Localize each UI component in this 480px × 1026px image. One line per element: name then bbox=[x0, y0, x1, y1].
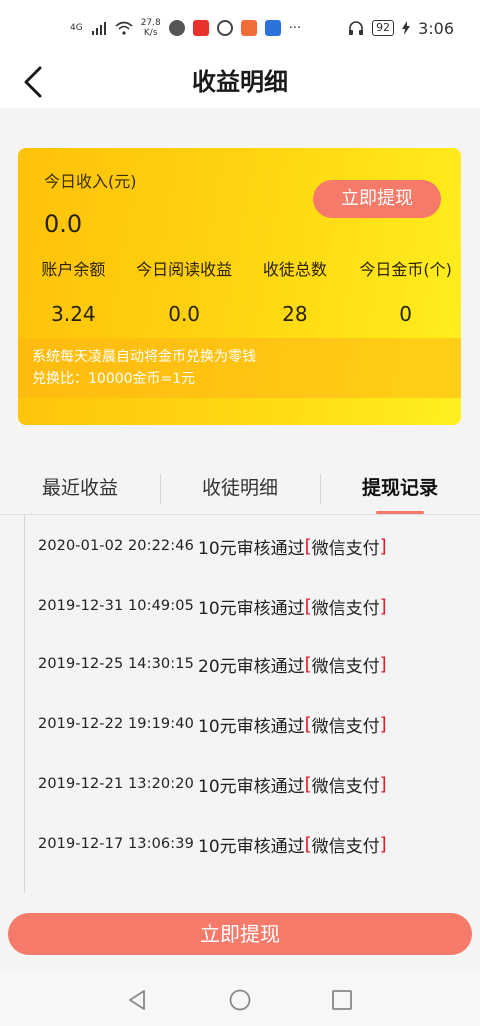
record-desc: 10元审核通过 bbox=[198, 716, 305, 737]
stat-label: 收徒总数 bbox=[262, 260, 327, 279]
tab-label: 最近收益 bbox=[41, 477, 118, 499]
record-bracket-open: [ bbox=[304, 773, 312, 795]
record-time: 2019-12-31 10:49:05 bbox=[38, 598, 194, 614]
nav-recent-button[interactable] bbox=[330, 988, 354, 1012]
more-icon: ··· bbox=[288, 20, 302, 36]
record-time: 2019-12-21 13:20:20 bbox=[38, 776, 194, 792]
headphones-icon bbox=[349, 21, 364, 35]
record-bracket-open: [ bbox=[304, 595, 312, 617]
record-bracket-close: ] bbox=[379, 773, 387, 795]
stat-value: 0 bbox=[399, 302, 412, 326]
stat-label: 今日阅读收益 bbox=[136, 260, 233, 279]
tab-recent-income[interactable]: 最近收益 bbox=[0, 462, 160, 514]
app-shop-icon bbox=[240, 20, 257, 36]
status-left: 4G 27.8 K/s ··· bbox=[70, 18, 301, 38]
app-browser-icon bbox=[264, 20, 281, 36]
timeline-line bbox=[24, 515, 25, 893]
record-method: 微信支付 bbox=[311, 538, 380, 559]
status-bar: 4G 27.8 K/s ··· 92 3:06 bbox=[0, 0, 480, 56]
withdraw-now-button[interactable]: 立即提现 bbox=[313, 180, 441, 218]
stats-row: 账户余额 3.24 今日阅读收益 0.0 收徒总数 28 今日金币(个) 0 bbox=[18, 256, 461, 326]
stat-account-balance: 账户余额 3.24 bbox=[18, 256, 129, 326]
screen: 4G 27.8 K/s ··· 92 3:06 收益明细 今日收入(元) 0.0… bbox=[0, 0, 480, 1026]
stat-value: 28 bbox=[282, 302, 308, 326]
record-bracket-open: [ bbox=[304, 833, 312, 855]
record-bracket-open: [ bbox=[304, 535, 312, 557]
tab-label: 收徒明细 bbox=[201, 477, 278, 499]
income-summary-card: 今日收入(元) 0.0 立即提现 账户余额 3.24 今日阅读收益 0.0 收徒… bbox=[18, 148, 461, 425]
battery-level: 92 bbox=[372, 20, 395, 36]
stat-value: 3.24 bbox=[51, 302, 96, 326]
record-method: 微信支付 bbox=[311, 776, 380, 797]
record-time: 2019-12-22 19:19:40 bbox=[38, 716, 194, 732]
system-nav-bar bbox=[0, 973, 480, 1026]
record-bracket-open: [ bbox=[304, 713, 312, 735]
stat-total-apprentices: 收徒总数 28 bbox=[240, 256, 351, 326]
list-item: 2019-12-31 10:49:05 10元审核通过 [ 微信支付 ] bbox=[38, 591, 478, 621]
network-speed: 27.8 K/s bbox=[141, 18, 161, 38]
record-method: 微信支付 bbox=[311, 598, 380, 619]
app-header: 收益明细 bbox=[0, 56, 480, 108]
record-method: 微信支付 bbox=[311, 716, 380, 737]
record-bracket-open: [ bbox=[304, 653, 312, 675]
tab-label: 提现记录 bbox=[361, 477, 438, 499]
exchange-notice: 系统每天凌晨自动将金币兑换为零钱 兑换比：10000金币=1元 bbox=[18, 338, 461, 398]
today-income-label: 今日收入(元) bbox=[44, 172, 137, 191]
circle-home-icon bbox=[229, 989, 251, 1010]
stat-value: 0.0 bbox=[168, 302, 201, 326]
clock: 3:06 bbox=[418, 18, 454, 38]
record-desc: 10元审核通过 bbox=[198, 836, 305, 857]
record-bracket-close: ] bbox=[379, 595, 387, 617]
speed-unit: K/s bbox=[143, 28, 158, 38]
record-desc: 10元审核通过 bbox=[198, 598, 305, 619]
records-tabs: 最近收益 收徒明细 提现记录 bbox=[0, 462, 480, 514]
nav-home-button[interactable] bbox=[228, 988, 252, 1012]
record-time: 2019-12-25 14:30:15 bbox=[38, 656, 194, 672]
tab-withdraw-records[interactable]: 提现记录 bbox=[320, 462, 480, 514]
stat-today-coins: 今日金币(个) 0 bbox=[350, 256, 461, 326]
record-method: 微信支付 bbox=[311, 836, 380, 857]
nav-back-button[interactable] bbox=[126, 988, 150, 1012]
list-item: 2019-12-22 19:19:40 10元审核通过 [ 微信支付 ] bbox=[38, 709, 478, 739]
withdraw-records-list[interactable]: 2020-01-02 20:22:46 10元审核通过 [ 微信支付 ] 201… bbox=[0, 515, 480, 893]
signal-icon bbox=[91, 22, 106, 35]
network-type: 4G bbox=[70, 23, 83, 33]
notice-line-2: 兑换比：10000金币=1元 bbox=[32, 371, 196, 387]
record-desc: 10元审核通过 bbox=[198, 538, 305, 559]
record-desc: 10元审核通过 bbox=[198, 776, 305, 797]
record-time: 2020-01-02 20:22:46 bbox=[38, 538, 194, 554]
app-globe-icon bbox=[168, 20, 185, 36]
square-recent-icon bbox=[332, 989, 352, 1010]
record-bracket-close: ] bbox=[379, 713, 387, 735]
record-desc: 20元审核通过 bbox=[198, 656, 305, 677]
bottom-action-area: 立即提现 bbox=[0, 893, 480, 973]
list-item: 2019-12-17 13:06:39 10元审核通过 [ 微信支付 ] bbox=[38, 829, 478, 859]
withdraw-bottom-button[interactable]: 立即提现 bbox=[8, 913, 472, 955]
list-item: 2020-01-02 20:22:46 10元审核通过 [ 微信支付 ] bbox=[38, 531, 478, 561]
triangle-back-icon bbox=[129, 989, 145, 1010]
list-item: 2019-12-25 14:30:15 20元审核通过 [ 微信支付 ] bbox=[38, 649, 478, 679]
today-income-value: 0.0 bbox=[44, 210, 83, 238]
record-bracket-close: ] bbox=[379, 653, 387, 675]
notice-line-1: 系统每天凌晨自动将金币兑换为零钱 bbox=[32, 349, 256, 365]
record-time: 2019-12-17 13:06:39 bbox=[38, 836, 194, 852]
record-bracket-close: ] bbox=[379, 833, 387, 855]
record-method: 微信支付 bbox=[311, 656, 380, 677]
record-bracket-close: ] bbox=[379, 535, 387, 557]
wifi-icon bbox=[115, 21, 133, 35]
app-record-icon bbox=[216, 20, 233, 36]
charging-icon bbox=[402, 21, 411, 35]
list-item: 2019-12-21 13:20:20 10元审核通过 [ 微信支付 ] bbox=[38, 769, 478, 799]
stat-label: 账户余额 bbox=[41, 260, 106, 279]
stat-label: 今日金币(个) bbox=[359, 260, 452, 279]
app-news-icon bbox=[192, 20, 209, 36]
speed-value: 27.8 bbox=[140, 18, 161, 28]
page-title: 收益明细 bbox=[192, 68, 288, 96]
status-right: 92 3:06 bbox=[348, 19, 454, 38]
stat-today-reading-income: 今日阅读收益 0.0 bbox=[129, 256, 240, 326]
tab-apprentice-details[interactable]: 收徒明细 bbox=[160, 462, 320, 514]
